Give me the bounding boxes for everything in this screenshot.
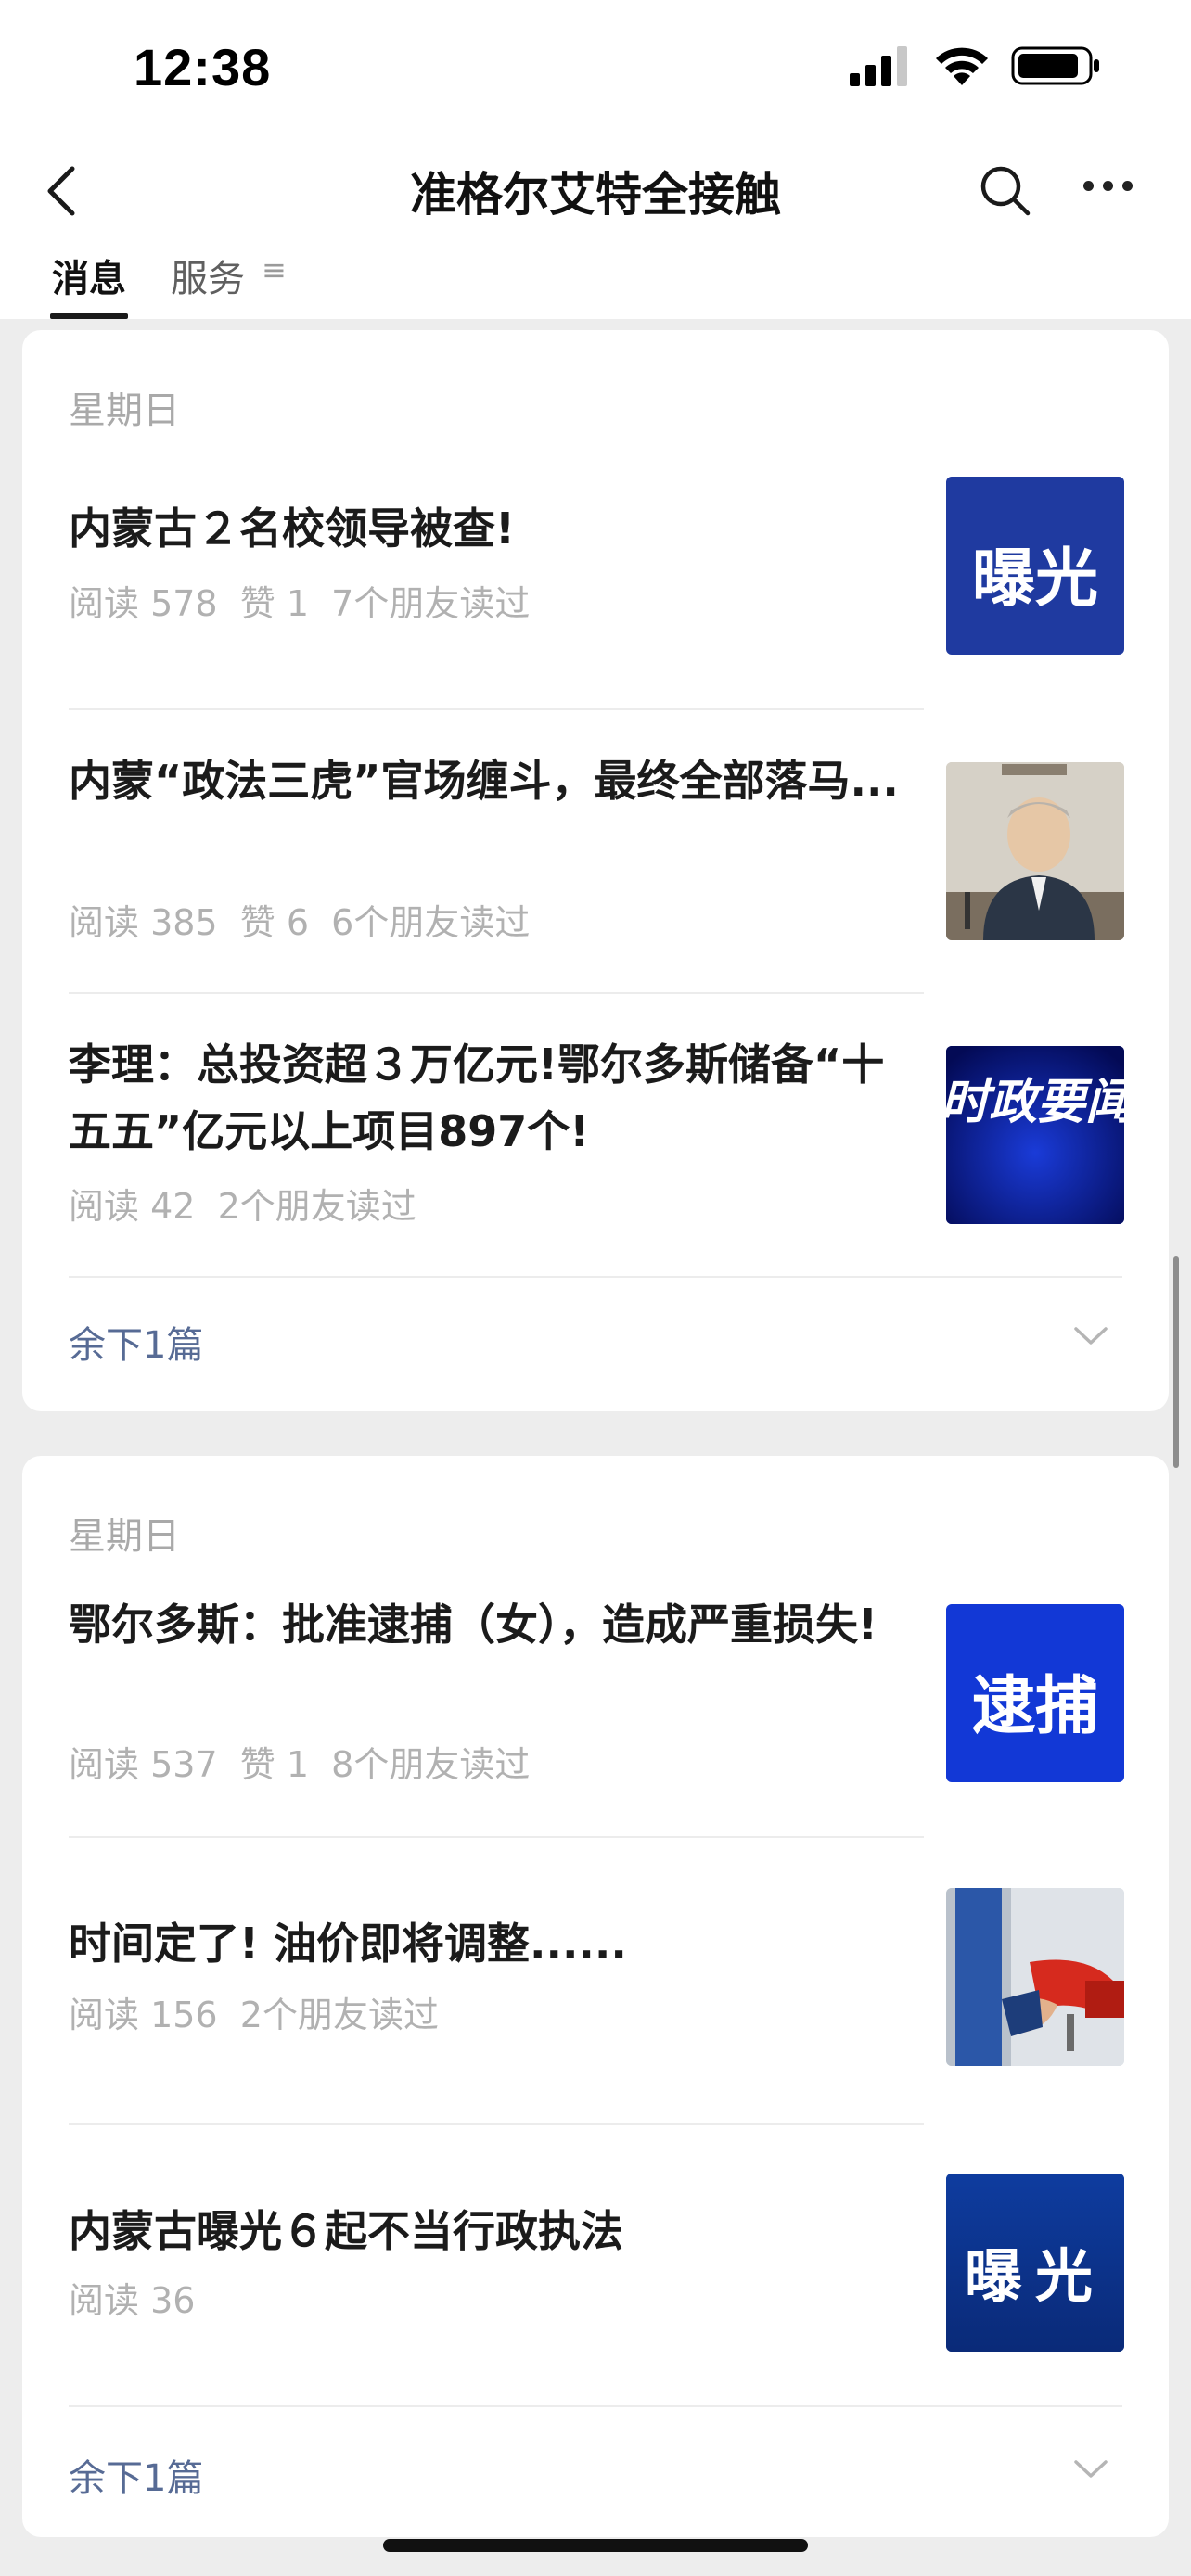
thumbnail-label: 时政要闻 [946,1075,1124,1130]
header-region: 12:38 准格尔艾特全接触 消息 服务 ≡ [0,0,1191,319]
article-title: 内蒙古２名校领导被查! [69,504,515,554]
message-card: 星期日 鄂尔多斯：批准逮捕（女），造成严重损失! 阅读 537 赞 1 8个朋友… [22,1456,1169,2537]
divider [69,708,924,710]
tab-messages-label: 消息 [52,258,126,300]
message-card: 星期日 内蒙古２名校领导被查! 阅读 578 赞 1 7个朋友读过 曝光 内蒙“… [22,330,1169,1411]
article-meta: 阅读 578 赞 1 7个朋友读过 [69,583,531,624]
tab-services[interactable]: 服务 ≡ [171,249,287,319]
remaining-count-label: 余下1篇 [69,2457,204,2500]
article-meta: 阅读 156 2个朋友读过 [69,1995,439,2035]
divider [69,992,924,994]
status-icons [848,45,1102,87]
card-date: 星期日 [69,1515,180,1558]
expand-remaining-row[interactable]: 余下1篇 [69,2448,1122,2504]
wifi-icon [936,47,988,85]
battery-icon [1011,46,1099,85]
portrait-image [946,762,1124,940]
article-thumbnail[interactable]: 时政要闻 [946,1046,1124,1224]
home-indicator[interactable] [383,2539,808,2552]
article-title: 内蒙古曝光６起不当行政执法 [69,2206,623,2256]
tab-bar: 消息 服务 ≡ [50,249,287,319]
divider [69,2405,1122,2407]
fuel-nozzle-image [946,1888,1124,2066]
signal-icon [850,46,907,86]
more-dots-icon[interactable] [1083,181,1133,191]
article-title: 鄂尔多斯：批准逮捕（女），造成严重损失! [69,1600,877,1650]
article-thumbnail[interactable]: 曝光 [946,2174,1124,2352]
article-meta: 阅读 537 赞 1 8个朋友读过 [69,1744,531,1785]
tab-messages[interactable]: 消息 [50,249,128,319]
thumbnail-label: 逮捕 [971,1670,1098,1743]
status-time: 12:38 [134,38,272,96]
article-title: 李理：总投资超３万亿元!鄂尔多斯储备“十五五”亿元以上项目897个! [69,1039,885,1156]
menu-icon: ≡ [262,252,287,287]
card-date: 星期日 [69,389,180,432]
divider [69,2123,924,2125]
thumbnail-label: 曝光 [971,542,1098,616]
tab-services-label: 服务 [171,258,245,300]
article-title: 时间定了! 油价即将调整...... [69,1919,627,1969]
article-title: 内蒙“政法三虎”官场缠斗，最终全部落马... [69,756,899,806]
divider [69,1276,1122,1278]
article-thumbnail[interactable] [946,1888,1124,2066]
article-meta: 阅读 42 2个朋友读过 [69,1186,416,1227]
divider [69,1836,924,1838]
chevron-down-icon [1074,2460,1108,2478]
thumbnail-label: 曝光 [964,2242,1106,2310]
article-thumbnail[interactable]: 曝光 [946,477,1124,655]
scrollbar[interactable] [1173,1256,1179,1468]
article-meta: 阅读 36 [69,2280,196,2321]
search-icon[interactable] [976,161,1035,221]
chevron-down-icon [1074,1327,1108,1345]
remaining-count-label: 余下1篇 [69,1324,204,1367]
expand-remaining-row[interactable]: 余下1篇 [69,1315,1122,1371]
article-thumbnail[interactable]: 逮捕 [946,1604,1124,1782]
wechat-official-account-page: 12:38 准格尔艾特全接触 消息 服务 ≡ 星期日 内蒙古２名校领导被查! 阅… [0,0,1191,2576]
article-thumbnail[interactable] [946,762,1124,940]
article-meta: 阅读 385 赞 6 6个朋友读过 [69,902,531,943]
